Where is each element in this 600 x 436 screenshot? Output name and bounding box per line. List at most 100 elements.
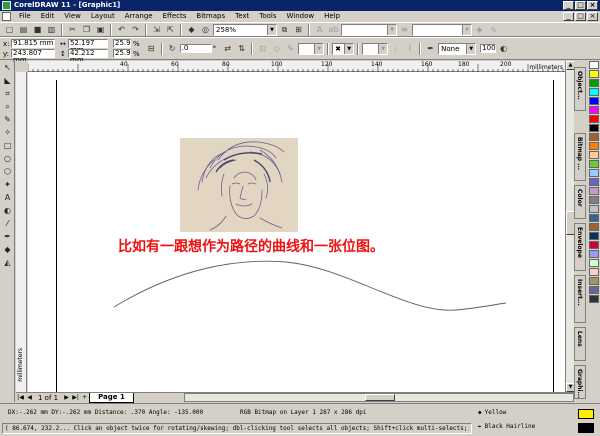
interactive-blend-icon[interactable]: ◐ [1, 205, 14, 217]
palette-swatch[interactable] [589, 286, 599, 294]
mirror-vertical-icon[interactable]: ⇅ [235, 43, 248, 55]
docker-tab-bitmap[interactable]: Bitmap ... [574, 133, 586, 181]
menu-view[interactable]: View [59, 11, 86, 22]
lock-ratio-icon[interactable]: ⊟ [145, 43, 158, 55]
add-page-icon[interactable]: + [80, 393, 89, 402]
shape-tool-icon[interactable]: ◣ [1, 75, 14, 87]
vertical-scrollbar[interactable]: ▲ ▼ [565, 61, 575, 392]
save-icon[interactable]: ■ [31, 24, 44, 36]
shape-icon[interactable]: ◇ [270, 43, 283, 55]
outline-pen-icon[interactable]: ✒ [424, 43, 437, 55]
menu-bitmaps[interactable]: Bitmaps [191, 11, 230, 22]
interactive-fill-icon[interactable]: ◭ [1, 257, 14, 269]
corel-online-icon[interactable]: ◎ [199, 24, 212, 36]
new-icon[interactable]: ▢ [3, 24, 16, 36]
application-launcher-icon[interactable]: ◆ [185, 24, 198, 36]
palette-swatch[interactable] [589, 196, 599, 204]
palette-swatch[interactable] [589, 70, 599, 78]
palette-swatch[interactable] [589, 250, 599, 258]
outline-width-select[interactable]: None ▼ [438, 42, 477, 55]
crop-tool-icon[interactable]: ⌗ [1, 88, 14, 100]
height-field[interactable]: 42.212 mm [68, 49, 108, 64]
menu-effects[interactable]: Effects [158, 11, 192, 22]
palette-swatch[interactable] [589, 169, 599, 177]
eyedropper-tool-icon[interactable]: ⁄ [1, 218, 14, 230]
transparency-icon[interactable]: ◐ [497, 43, 510, 55]
docker-tab-graphic[interactable]: Graphi... [574, 365, 586, 399]
outline-color-swatch[interactable] [578, 423, 594, 433]
width-field[interactable]: 52.197 mm [68, 39, 108, 54]
palette-swatch[interactable] [589, 88, 599, 96]
open-icon[interactable]: ▤ [17, 24, 30, 36]
line-style-select[interactable]: ▼ [298, 42, 325, 55]
color-palette[interactable] [588, 61, 600, 402]
palette-swatch[interactable] [589, 106, 599, 114]
scroll-thumb[interactable] [365, 394, 395, 401]
fullscreen-preview-icon[interactable]: ⧉ [278, 24, 291, 36]
horizontal-scrollbar[interactable] [184, 393, 574, 402]
menu-window[interactable]: Window [282, 11, 320, 22]
edit-bitmap-icon[interactable]: ✎ [284, 43, 297, 55]
ellipse-tool-icon[interactable]: ○ [1, 153, 14, 165]
palette-swatch[interactable] [589, 124, 599, 132]
menu-layout[interactable]: Layout [86, 11, 120, 22]
palette-swatch[interactable] [589, 214, 599, 222]
palette-swatch[interactable] [589, 115, 599, 123]
polygon-tool-icon[interactable]: ⬡ [1, 166, 14, 178]
palette-swatch[interactable] [589, 178, 599, 186]
first-page-icon[interactable]: |◀ [16, 393, 25, 402]
menu-help[interactable]: Help [319, 11, 345, 22]
scale-height-field[interactable]: 25.9 [113, 49, 131, 58]
menu-edit[interactable]: Edit [36, 11, 60, 22]
next-page-icon[interactable]: ▶ [62, 393, 71, 402]
palette-swatch[interactable] [589, 223, 599, 231]
palette-swatch[interactable] [589, 160, 599, 168]
paste-icon[interactable]: ▣ [94, 24, 107, 36]
palette-swatch[interactable] [589, 187, 599, 195]
zoom-tool-icon[interactable]: ⌕ [1, 101, 14, 113]
menu-arrange[interactable]: Arrange [120, 11, 158, 22]
zoom-levels-select[interactable]: 258% ▼ [213, 23, 277, 36]
curve-icon[interactable]: ∿ [487, 24, 500, 36]
mirror-horizontal-icon[interactable]: ⇄ [221, 43, 234, 55]
fill-color-swatch[interactable] [578, 409, 594, 419]
prev-page-icon[interactable]: ◀ [25, 393, 34, 402]
convert-to-curves-icon[interactable]: ⌇ [403, 43, 416, 55]
vertical-ruler[interactable]: millimeters [16, 72, 27, 392]
outline-tool-icon[interactable]: ✒ [1, 231, 14, 243]
smart-fill-icon[interactable]: ✧ [1, 127, 14, 139]
rotate-icon[interactable]: ↻ [166, 43, 179, 55]
cut-icon[interactable]: ✂ [66, 24, 79, 36]
redo-icon[interactable]: ↷ [129, 24, 142, 36]
docker-tab-lens[interactable]: Lens [574, 327, 586, 361]
text-edit-icon[interactable]: ab [327, 24, 340, 36]
palette-swatch[interactable] [589, 79, 599, 87]
x-marker-select[interactable]: ✖ ▼ [332, 42, 355, 55]
palette-swatch[interactable] [589, 268, 599, 276]
angle-field[interactable]: .0 [179, 44, 212, 53]
docker-tab-color[interactable]: Color [574, 185, 586, 219]
percent-field[interactable]: 100 [480, 44, 497, 53]
palette-swatch[interactable] [589, 241, 599, 249]
drawing-canvas[interactable]: 比如有一跟想作为路径的曲线和一张位图。 [28, 72, 565, 392]
minimize-button[interactable]: _ [563, 1, 574, 10]
text-tool-icon[interactable]: A [1, 192, 14, 204]
ruler-corner[interactable] [16, 61, 28, 72]
doc-restore-button[interactable]: □ [575, 12, 586, 21]
copy-icon[interactable]: ❐ [80, 24, 93, 36]
fill-indicator[interactable]: ◆ Yellow [478, 409, 506, 416]
last-page-icon[interactable]: ▶| [71, 393, 80, 402]
y-position-field[interactable]: 243.807 mm [11, 49, 55, 64]
coreldraw-app-icon[interactable] [2, 1, 11, 10]
menu-file[interactable]: File [14, 11, 36, 22]
menu-text[interactable]: Text [230, 11, 254, 22]
close-button[interactable]: × [587, 1, 598, 10]
text-format-icon[interactable]: A [313, 24, 326, 36]
export-icon[interactable]: ⇱ [164, 24, 177, 36]
node-icon[interactable]: ◈ [473, 24, 486, 36]
palette-swatch[interactable] [589, 151, 599, 159]
docker-tab-object[interactable]: Object... [574, 67, 586, 111]
menu-tools[interactable]: Tools [254, 11, 281, 22]
palette-swatch[interactable] [589, 232, 599, 240]
import-icon[interactable]: ⇲ [150, 24, 163, 36]
